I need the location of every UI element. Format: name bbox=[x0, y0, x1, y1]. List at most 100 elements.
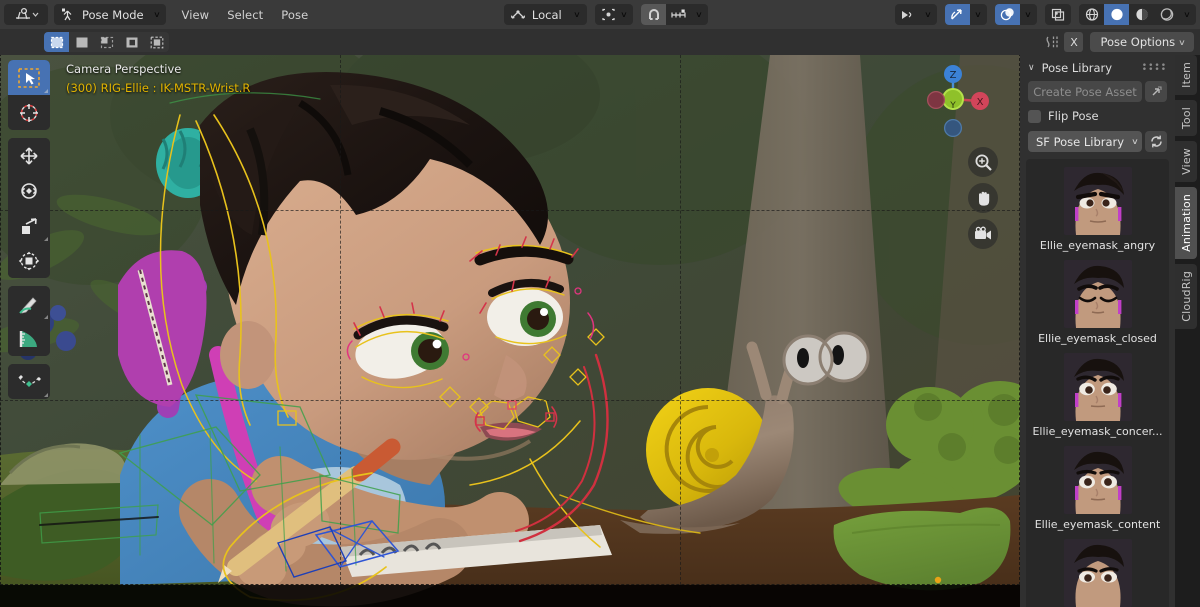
sidebar-tab-cloudrig[interactable]: CloudRig bbox=[1175, 263, 1197, 329]
viewport-shading-modes: ∨ bbox=[1079, 4, 1197, 25]
proportional-editing-toggle[interactable] bbox=[895, 4, 920, 25]
sidebar-tab-view[interactable]: View bbox=[1175, 141, 1197, 182]
transform-orientation-selector[interactable]: Local ∨ bbox=[503, 4, 587, 25]
camera-passepartout bbox=[0, 585, 1020, 607]
sidebar-tab-tool[interactable]: Tool bbox=[1175, 99, 1197, 137]
gizmo-dropdown[interactable]: ∨ bbox=[970, 4, 987, 25]
cursor-tool[interactable] bbox=[8, 95, 50, 130]
pose-asset-item[interactable]: Ellie_eyemask_angry bbox=[1026, 167, 1169, 252]
asset-browser-link-button[interactable] bbox=[1145, 81, 1167, 102]
select-invert-icon bbox=[126, 37, 137, 47]
snap-magnet-toggle[interactable] bbox=[641, 4, 667, 25]
measure-tool[interactable] bbox=[8, 321, 50, 356]
shading-dropdown[interactable]: ∨ bbox=[1179, 4, 1196, 25]
pan-view-button[interactable] bbox=[968, 183, 998, 213]
create-pose-asset-button[interactable]: Create Pose Asset bbox=[1028, 81, 1142, 102]
viewport-active-object-info: (300) RIG-Ellie : IK-MSTR-Wrist.R bbox=[66, 81, 251, 95]
menu-select[interactable]: Select bbox=[218, 8, 272, 22]
sidebar-tab-label: View bbox=[1179, 148, 1193, 175]
toggle-xray-button[interactable] bbox=[1045, 4, 1072, 25]
sidebar-tab-item[interactable]: Item bbox=[1175, 55, 1197, 95]
overlay-dropdown[interactable]: ∨ bbox=[1020, 4, 1037, 25]
move-tool[interactable] bbox=[8, 138, 50, 173]
pose-library-dropdown[interactable]: SF Pose Library ∨ bbox=[1028, 131, 1142, 152]
gizmo-controls: ∨ bbox=[945, 4, 988, 25]
xray-toggle-icon bbox=[1051, 8, 1065, 21]
sidebar-tab-animation[interactable]: Animation bbox=[1175, 186, 1197, 259]
scale-tool[interactable] bbox=[8, 208, 50, 243]
proportional-falloff-dropdown[interactable]: ∨ bbox=[920, 4, 937, 25]
pose-preview-concerned-icon bbox=[1063, 353, 1132, 421]
solid-shading-icon bbox=[1110, 8, 1123, 21]
pose-asset-thumbnail[interactable] bbox=[1063, 353, 1132, 421]
shading-material-preview-button[interactable] bbox=[1129, 4, 1154, 25]
snap-dropdown[interactable]: ∨ bbox=[691, 4, 708, 25]
pose-asset-thumbnail[interactable] bbox=[1063, 539, 1132, 607]
pose-asset-item[interactable]: Ellie_eyemask_content bbox=[1026, 446, 1169, 531]
gizmo-icon bbox=[951, 9, 962, 20]
chevron-down-icon: ∨ bbox=[1183, 10, 1191, 19]
interaction-mode-label: Pose Mode bbox=[82, 7, 144, 22]
tool-group-pose bbox=[8, 364, 50, 399]
sidebar-tab-strip: Item Tool View Animation CloudRig bbox=[1175, 55, 1200, 607]
snap-target-selector[interactable] bbox=[666, 4, 691, 25]
pose-asset-thumbnail[interactable] bbox=[1063, 167, 1132, 235]
flip-pose-checkbox[interactable] bbox=[1028, 109, 1041, 123]
select-extend-button[interactable] bbox=[69, 32, 94, 52]
proportional-falloff-icon bbox=[902, 11, 912, 19]
show-overlays-toggle[interactable] bbox=[995, 4, 1021, 25]
shading-solid-button[interactable] bbox=[1104, 4, 1130, 25]
material-preview-shading-icon bbox=[1135, 8, 1148, 21]
pose-asset-label: Ellie_eyemask_concer... bbox=[1032, 425, 1163, 438]
menu-pose[interactable]: Pose bbox=[272, 8, 317, 22]
tool-group-select bbox=[8, 60, 50, 130]
pose-asset-thumbnail[interactable] bbox=[1063, 260, 1132, 328]
select-intersect-button[interactable] bbox=[144, 32, 169, 52]
pose-asset-item[interactable] bbox=[1026, 539, 1169, 607]
sidebar-tab-label: Tool bbox=[1179, 106, 1193, 130]
sidebar-tab-label: Animation bbox=[1179, 193, 1193, 252]
panel-drag-grip[interactable]: •••• •••• bbox=[1142, 62, 1167, 75]
refresh-library-button[interactable] bbox=[1145, 131, 1167, 152]
pose-asset-item[interactable]: Ellie_eyemask_concer... bbox=[1026, 353, 1169, 438]
rotate-tool[interactable] bbox=[8, 173, 50, 208]
pose-library-select-row: SF Pose Library ∨ bbox=[1028, 131, 1167, 152]
select-set-button[interactable] bbox=[44, 32, 69, 52]
pose-preview-tired-icon bbox=[1063, 539, 1132, 607]
pose-library-panel-header[interactable]: ∨ Pose Library •••• •••• bbox=[1020, 55, 1175, 81]
pose-library-dropdown-value: SF Pose Library bbox=[1036, 134, 1125, 149]
menu-view[interactable]: View bbox=[172, 8, 218, 22]
scale-icon bbox=[22, 217, 37, 234]
pose-options-dropdown[interactable]: Pose Options ∨ bbox=[1090, 32, 1194, 52]
navigation-gizmo[interactable]: Y Z X bbox=[914, 60, 992, 138]
camera-view-button[interactable] bbox=[968, 219, 998, 249]
properties-sidebar: ∨ Pose Library •••• •••• Create Pose Asse… bbox=[1020, 55, 1175, 607]
clear-pose-button[interactable]: X bbox=[1064, 32, 1084, 52]
pose-asset-label: Ellie_eyemask_angry bbox=[1039, 239, 1156, 252]
breakdowner-tool[interactable] bbox=[8, 364, 50, 399]
shading-wireframe-button[interactable] bbox=[1079, 4, 1104, 25]
interaction-mode-selector[interactable]: Pose Mode ∨ bbox=[54, 4, 167, 25]
viewport-info-overlay: Camera Perspective (300) RIG-Ellie : IK-… bbox=[66, 62, 250, 95]
shading-rendered-button[interactable] bbox=[1154, 4, 1179, 25]
flip-pose-row[interactable]: Flip Pose bbox=[1028, 109, 1167, 123]
show-gizmo-toggle[interactable] bbox=[945, 4, 971, 25]
pivot-point-selector[interactable]: ∨ bbox=[594, 4, 634, 25]
rotate-icon bbox=[21, 182, 37, 199]
camera-view-icon bbox=[975, 226, 991, 239]
overlay-controls: ∨ bbox=[995, 4, 1038, 25]
pose-asset-list[interactable]: Ellie_eyemask_angry Ellie_eyemask_closed… bbox=[1026, 159, 1169, 607]
editor-type-selector[interactable] bbox=[4, 4, 48, 25]
select-subtract-button[interactable] bbox=[94, 32, 119, 52]
zoom-view-button[interactable] bbox=[968, 147, 998, 177]
tweak-select-box-tool[interactable] bbox=[8, 60, 50, 95]
pose-asset-thumbnail[interactable] bbox=[1063, 446, 1132, 514]
select-intersect-icon bbox=[150, 36, 163, 48]
pivot-point-icon bbox=[601, 8, 615, 21]
annotate-tool[interactable] bbox=[8, 286, 50, 321]
pose-asset-item[interactable]: Ellie_eyemask_closed bbox=[1026, 260, 1169, 345]
select-invert-button[interactable] bbox=[119, 32, 144, 52]
3d-viewport[interactable]: Camera Perspective (300) RIG-Ellie : IK-… bbox=[0, 55, 1020, 607]
zoom-icon bbox=[975, 154, 992, 171]
transform-tool[interactable] bbox=[8, 243, 50, 278]
